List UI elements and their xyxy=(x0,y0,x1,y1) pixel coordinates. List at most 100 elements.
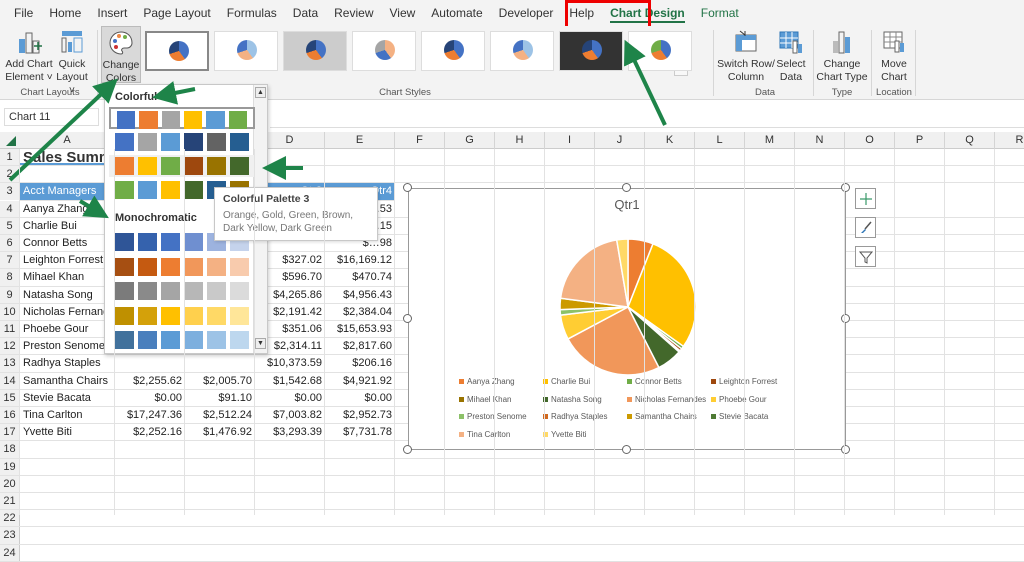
chart-style-thumbnail[interactable] xyxy=(352,31,416,71)
formula-bar[interactable] xyxy=(270,106,1024,128)
column-header-A[interactable]: A xyxy=(20,132,115,149)
row-header[interactable]: 16 xyxy=(0,407,20,424)
resize-handle[interactable] xyxy=(403,314,412,323)
menu-tab-home[interactable]: Home xyxy=(41,0,89,26)
menu-tab-view[interactable]: View xyxy=(382,0,424,26)
cell-A-8[interactable]: Mihael Khan xyxy=(20,269,115,285)
chart-area[interactable]: Qtr1 Aanya Zhang Charlie Bui Connor Betts L… xyxy=(408,188,846,450)
legend-item-samantha-chairs[interactable]: Samantha Chairs xyxy=(627,412,697,421)
cell-A-12[interactable]: Preston Senome xyxy=(20,338,115,354)
row-header[interactable]: 10 xyxy=(0,303,20,320)
legend-item-tina-carlton[interactable]: Tina Carlton xyxy=(459,430,510,439)
column-header-M[interactable]: M xyxy=(745,132,795,149)
row-header[interactable]: 3 xyxy=(0,183,20,200)
cell-A-15[interactable]: Stevie Bacata xyxy=(20,390,115,406)
row-header[interactable]: 20 xyxy=(0,475,20,492)
row-header[interactable]: 17 xyxy=(0,424,20,441)
cell-A-9[interactable]: Natasha Song xyxy=(20,287,115,303)
cell-C-14[interactable]: $2,005.70 xyxy=(185,373,255,389)
colorful-palette-1[interactable] xyxy=(109,107,255,129)
legend-item-connor-betts[interactable]: Connor Betts xyxy=(627,377,682,386)
chart-style-thumbnail[interactable] xyxy=(559,31,623,71)
cell-A-13[interactable]: Radhya Staples xyxy=(20,355,115,371)
column-header-O[interactable]: O xyxy=(845,132,895,149)
change-chart-type-button[interactable]: Change Chart Type xyxy=(816,28,868,84)
colorful-palette-3[interactable] xyxy=(109,155,255,177)
row-header[interactable]: 19 xyxy=(0,458,20,475)
resize-handle[interactable] xyxy=(841,314,850,323)
name-box[interactable]: Chart 11 xyxy=(4,108,99,126)
chart-style-thumbnail[interactable] xyxy=(145,31,209,71)
chart-style-thumbnail[interactable] xyxy=(421,31,485,71)
cell-D-17[interactable]: $3,293.39 xyxy=(255,424,325,440)
row-header[interactable]: 21 xyxy=(0,493,20,510)
cell-A-10[interactable]: Nicholas Fernandes xyxy=(20,304,115,320)
legend-item-stevie-bacata[interactable]: Stevie Bacata xyxy=(711,412,768,421)
menu-tab-format[interactable]: Format xyxy=(693,0,747,26)
column-header-K[interactable]: K xyxy=(645,132,695,149)
column-header-E[interactable]: E xyxy=(325,132,395,149)
row-header[interactable]: 1 xyxy=(0,149,20,166)
legend-item-phoebe-gour[interactable]: Phoebe Gour xyxy=(711,395,767,404)
row-header[interactable]: 18 xyxy=(0,441,20,458)
resize-handle[interactable] xyxy=(403,445,412,454)
column-header-I[interactable]: I xyxy=(545,132,595,149)
menu-tab-insert[interactable]: Insert xyxy=(89,0,135,26)
menu-tab-chart-design[interactable]: Chart Design xyxy=(602,0,693,26)
chart-style-thumbnail[interactable] xyxy=(283,31,347,71)
row-header[interactable]: 22 xyxy=(0,510,20,527)
chart-style-thumbnail[interactable] xyxy=(628,31,692,71)
cell-A-5[interactable]: Charlie Bui xyxy=(20,218,115,234)
menu-tab-formulas[interactable]: Formulas xyxy=(219,0,285,26)
cell-E-11[interactable]: $15,653.93 xyxy=(325,321,395,337)
monochromatic-palette-3[interactable] xyxy=(109,280,255,302)
legend-item-yvette-biti[interactable]: Yvette Biti xyxy=(543,430,587,439)
cell-D-16[interactable]: $7,003.82 xyxy=(255,407,325,423)
chart-elements-button[interactable] xyxy=(855,188,876,209)
cell-E-17[interactable]: $7,731.78 xyxy=(325,424,395,440)
resize-handle[interactable] xyxy=(841,445,850,454)
cell-A-11[interactable]: Phoebe Gour xyxy=(20,321,115,337)
cell-E-10[interactable]: $2,384.04 xyxy=(325,304,395,320)
resize-handle[interactable] xyxy=(403,183,412,192)
menu-tab-data[interactable]: Data xyxy=(285,0,326,26)
cell-D-13[interactable]: $10,373.59 xyxy=(255,355,325,371)
row-header[interactable]: 9 xyxy=(0,286,20,303)
row-header[interactable]: 23 xyxy=(0,527,20,544)
monochromatic-palette-4[interactable] xyxy=(109,305,255,327)
cell-E-13[interactable]: $206.16 xyxy=(325,355,395,371)
monochromatic-palette-2[interactable] xyxy=(109,256,255,278)
menu-tab-help[interactable]: Help xyxy=(561,0,602,26)
move-chart-button[interactable]: Move Chart xyxy=(876,28,912,84)
row-header[interactable]: 8 xyxy=(0,269,20,286)
scroll-up-arrow[interactable]: ▲ xyxy=(255,87,266,98)
row-header[interactable]: 4 xyxy=(0,200,20,217)
menu-tab-developer[interactable]: Developer xyxy=(491,0,562,26)
legend-item-radhya-staples[interactable]: Radhya Staples xyxy=(543,412,607,421)
scroll-down-arrow[interactable]: ▼ xyxy=(255,338,266,349)
row-header[interactable]: 6 xyxy=(0,235,20,252)
cell-A-4[interactable]: Aanya Zhang xyxy=(20,201,115,217)
cell-C-15[interactable]: $91.10 xyxy=(185,390,255,406)
monochromatic-palette-5[interactable] xyxy=(109,329,255,351)
resize-handle[interactable] xyxy=(622,183,631,192)
chart-style-thumbnail[interactable] xyxy=(490,31,554,71)
row-header[interactable]: 14 xyxy=(0,372,20,389)
column-header-N[interactable]: N xyxy=(795,132,845,149)
cell-C-16[interactable]: $2,512.24 xyxy=(185,407,255,423)
legend-item-charlie-bui[interactable]: Charlie Bui xyxy=(543,377,590,386)
cell-D-14[interactable]: $1,542.68 xyxy=(255,373,325,389)
resize-handle[interactable] xyxy=(841,183,850,192)
menu-tab-page-layout[interactable]: Page Layout xyxy=(135,0,218,26)
column-header-H[interactable]: H xyxy=(495,132,545,149)
column-header-L[interactable]: L xyxy=(695,132,745,149)
legend-item-preston-senome[interactable]: Preston Senome xyxy=(459,412,527,421)
column-header-Q[interactable]: Q xyxy=(945,132,995,149)
row-header[interactable]: 24 xyxy=(0,544,20,561)
cell-A-17[interactable]: Yvette Biti xyxy=(20,424,115,440)
colorful-palette-2[interactable] xyxy=(109,131,255,153)
column-header-G[interactable]: G xyxy=(445,132,495,149)
cell-A-14[interactable]: Samantha Chairs xyxy=(20,373,115,389)
row-header[interactable]: 13 xyxy=(0,355,20,372)
cell-E-8[interactable]: $470.74 xyxy=(325,269,395,285)
